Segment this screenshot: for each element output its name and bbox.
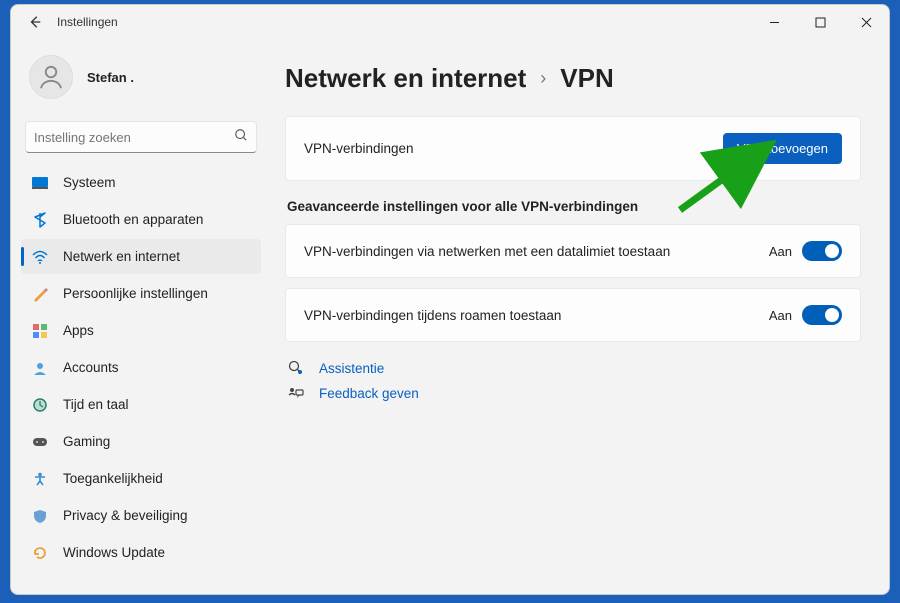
time-icon (31, 396, 49, 414)
settings-window: Instellingen Stefan . (10, 4, 890, 595)
body: Stefan . Systeem Bluetooth en apparaten (11, 39, 889, 594)
sidebar-item-accounts[interactable]: Accounts (21, 350, 261, 385)
minimize-icon (769, 17, 780, 28)
help-icon (287, 360, 305, 376)
close-button[interactable] (843, 5, 889, 39)
toggle-label: VPN-verbindingen via netwerken met een d… (304, 244, 670, 259)
user-name: Stefan . (87, 70, 134, 85)
update-icon (31, 544, 49, 562)
sidebar-item-time[interactable]: Tijd en taal (21, 387, 261, 422)
sidebar-item-label: Persoonlijke instellingen (63, 286, 208, 301)
window-controls (751, 5, 889, 39)
vpn-connections-label: VPN-verbindingen (304, 141, 414, 156)
sidebar-item-label: Tijd en taal (63, 397, 129, 412)
search-box[interactable] (25, 121, 257, 153)
arrow-left-icon (28, 15, 42, 29)
sidebar-item-personalize[interactable]: Persoonlijke instellingen (21, 276, 261, 311)
personalize-icon (31, 285, 49, 303)
search-icon (234, 128, 248, 147)
close-icon (861, 17, 872, 28)
system-icon (31, 174, 49, 192)
toggle-switch-metered[interactable] (802, 241, 842, 261)
feedback-link[interactable]: Feedback geven (285, 386, 861, 401)
minimize-button[interactable] (751, 5, 797, 39)
maximize-button[interactable] (797, 5, 843, 39)
back-button[interactable] (23, 10, 47, 34)
toggle-label: VPN-verbindingen tijdens roamen toestaan (304, 308, 561, 323)
sidebar-item-gaming[interactable]: Gaming (21, 424, 261, 459)
sidebar: Stefan . Systeem Bluetooth en apparaten (11, 39, 269, 594)
sidebar-item-label: Windows Update (63, 545, 165, 560)
add-vpn-button[interactable]: VPN toevoegen (723, 133, 842, 164)
sidebar-item-update[interactable]: Windows Update (21, 535, 261, 570)
sidebar-item-label: Systeem (63, 175, 116, 190)
apps-icon (31, 322, 49, 340)
sidebar-item-system[interactable]: Systeem (21, 165, 261, 200)
help-link[interactable]: Assistentie (285, 360, 861, 376)
sidebar-item-label: Toegankelijkheid (63, 471, 163, 486)
titlebar: Instellingen (11, 5, 889, 39)
sidebar-item-label: Bluetooth en apparaten (63, 212, 203, 227)
sidebar-item-label: Privacy & beveiliging (63, 508, 188, 523)
avatar (29, 55, 73, 99)
chevron-right-icon: › (540, 68, 546, 89)
sidebar-item-network[interactable]: Netwerk en internet (21, 239, 261, 274)
sidebar-item-accessibility[interactable]: Toegankelijkheid (21, 461, 261, 496)
link-text: Feedback geven (319, 386, 419, 401)
nav: Systeem Bluetooth en apparaten Netwerk e… (21, 165, 261, 580)
breadcrumb-current: VPN (560, 63, 613, 94)
accounts-icon (31, 359, 49, 377)
search-input[interactable] (34, 130, 234, 145)
sidebar-item-apps[interactable]: Apps (21, 313, 261, 348)
window-title: Instellingen (57, 15, 118, 29)
toggle-switch-roaming[interactable] (802, 305, 842, 325)
sidebar-item-label: Gaming (63, 434, 110, 449)
bluetooth-icon (31, 211, 49, 229)
toggle-card-roaming: VPN-verbindingen tijdens roamen toestaan… (285, 288, 861, 342)
privacy-icon (31, 507, 49, 525)
advanced-heading: Geavanceerde instellingen voor alle VPN-… (287, 199, 861, 214)
toggle-state-text: Aan (769, 244, 792, 259)
toggle-state-text: Aan (769, 308, 792, 323)
person-icon (36, 62, 66, 92)
sidebar-item-label: Accounts (63, 360, 119, 375)
accessibility-icon (31, 470, 49, 488)
network-icon (31, 248, 49, 266)
link-text: Assistentie (319, 361, 384, 376)
sidebar-item-privacy[interactable]: Privacy & beveiliging (21, 498, 261, 533)
user-profile[interactable]: Stefan . (21, 39, 261, 121)
help-links: Assistentie Feedback geven (285, 360, 861, 401)
maximize-icon (815, 17, 826, 28)
toggle-card-metered: VPN-verbindingen via netwerken met een d… (285, 224, 861, 278)
sidebar-item-label: Apps (63, 323, 94, 338)
sidebar-item-label: Netwerk en internet (63, 249, 180, 264)
main-content: Netwerk en internet › VPN VPN-verbinding… (269, 39, 889, 594)
sidebar-item-bluetooth[interactable]: Bluetooth en apparaten (21, 202, 261, 237)
vpn-connections-card: VPN-verbindingen VPN toevoegen (285, 116, 861, 181)
feedback-icon (287, 387, 305, 401)
breadcrumb: Netwerk en internet › VPN (285, 63, 861, 94)
breadcrumb-parent[interactable]: Netwerk en internet (285, 63, 526, 94)
gaming-icon (31, 433, 49, 451)
